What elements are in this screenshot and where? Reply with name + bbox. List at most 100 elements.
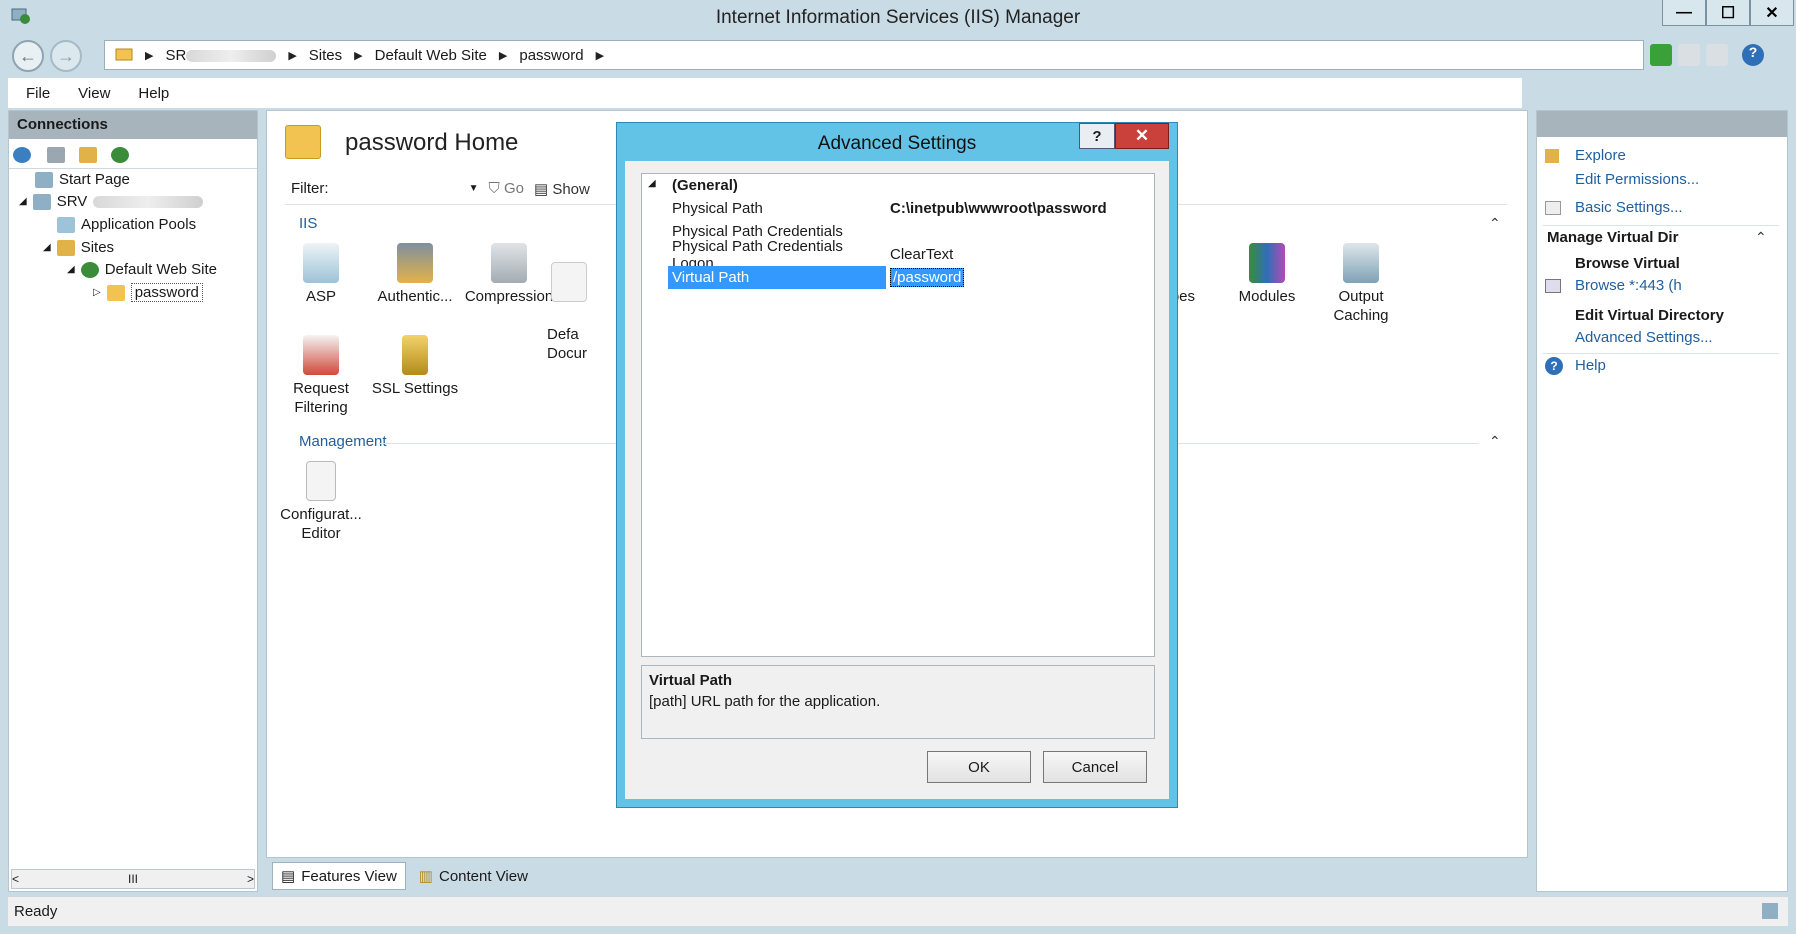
cancel-button[interactable]: Cancel (1043, 751, 1147, 783)
explore-icon (1545, 149, 1559, 163)
breadcrumb-server[interactable]: SR (165, 47, 277, 64)
breadcrumb-sites[interactable]: Sites (309, 47, 342, 64)
arrow-left-icon: ← (19, 45, 37, 66)
connect-icon[interactable] (13, 147, 31, 163)
forward-button[interactable]: → (50, 40, 82, 72)
expand-arrow-icon: ◢ (19, 196, 27, 207)
funnel-icon: ⛉ (488, 180, 500, 197)
group-label-iis: IIS (299, 215, 318, 232)
feature-authentication[interactable]: Authentic... (365, 243, 465, 306)
page-title: password Home (345, 129, 519, 156)
feature-label: ASP (305, 288, 336, 305)
home-icon[interactable] (1706, 44, 1728, 66)
scroll-right-icon[interactable]: > (247, 872, 254, 886)
tab-content-view[interactable]: ▥ Content View (410, 862, 537, 890)
prop-row-credentials-logon[interactable]: Physical Path Credentials Logon ClearTex… (668, 238, 1148, 272)
show-icon: ▤ (533, 180, 549, 198)
browse-link[interactable]: Browse *:443 (h (1575, 277, 1682, 294)
horizontal-scrollbar[interactable]: < III > (11, 869, 255, 889)
tree-item-label: Sites (80, 239, 115, 256)
tree-item-default-web-site[interactable]: ◢ Default Web Site (67, 261, 217, 278)
feature-compression[interactable]: Compression (459, 243, 559, 306)
edit-permissions-link[interactable]: Edit Permissions... (1575, 171, 1699, 188)
breadcrumb-default-web-site[interactable]: Default Web Site (375, 47, 487, 64)
tab-features-view[interactable]: ▤ Features View (272, 862, 406, 890)
up-folder-icon[interactable] (79, 147, 97, 163)
status-bar: Ready (8, 896, 1788, 926)
tab-label: Content View (438, 867, 528, 885)
feature-output-caching[interactable]: Output Caching (1311, 243, 1411, 325)
filter-input[interactable]: ▼ (338, 183, 479, 195)
tree-item-sites[interactable]: ◢ Sites (43, 239, 114, 256)
minimize-button[interactable]: — (1662, 0, 1706, 26)
features-view-icon: ▤ (281, 868, 296, 885)
save-icon[interactable] (47, 147, 65, 163)
app-pools-icon (57, 216, 75, 233)
scroll-left-icon[interactable]: < (12, 872, 19, 886)
prop-name: Physical Path (672, 200, 763, 217)
disconnect-icon[interactable] (111, 147, 129, 163)
collapse-iis-icon[interactable]: ⌃ (1489, 215, 1501, 232)
menu-view[interactable]: View (78, 85, 110, 102)
tree-item-password[interactable]: ▷ password (93, 283, 203, 302)
feature-request-filtering[interactable]: Request Filtering (271, 335, 371, 417)
edit-virtual-directory-heading: Edit Virtual Directory (1575, 307, 1724, 324)
feature-modules[interactable]: Modules (1217, 243, 1317, 306)
compression-icon (491, 243, 527, 283)
title-bar: Internet Information Services (IIS) Mana… (0, 0, 1796, 34)
asp-icon (303, 243, 339, 283)
prop-value[interactable]: ClearText (886, 246, 953, 263)
server-icon (32, 193, 51, 210)
network-icon (1762, 903, 1778, 919)
back-button[interactable]: ← (12, 40, 44, 72)
prop-value[interactable]: C:\inetpub\wwwroot\password (886, 200, 1107, 217)
collapse-management-icon[interactable]: ⌃ (1489, 433, 1501, 450)
go-button[interactable]: ⛉ Go (489, 180, 524, 197)
actions-panel: Explore Edit Permissions... Basic Settin… (1536, 110, 1788, 892)
breadcrumb-separator: ▶ (354, 49, 363, 62)
tree-item-start-page[interactable]: Start Page (35, 171, 130, 188)
prop-row-virtual-path[interactable]: Virtual Path /password (668, 266, 1148, 289)
tree-item-application-pools[interactable]: Application Pools (57, 216, 196, 233)
maximize-button[interactable]: ☐ (1706, 0, 1750, 26)
advanced-settings-dialog: Advanced Settings ? ✕ ◢ (General) Physic… (616, 122, 1178, 808)
help-link[interactable]: Help (1575, 357, 1606, 374)
feature-ssl-settings[interactable]: SSL Settings (365, 335, 465, 398)
breadcrumb[interactable]: ▶ SR ▶ Sites ▶ Default Web Site ▶ passwo… (104, 40, 1644, 70)
feature-asp[interactable]: ASP (271, 243, 371, 306)
collapse-actions-icon[interactable]: ⌃ (1755, 229, 1767, 246)
collapse-section-icon[interactable]: ◢ (648, 178, 656, 189)
redacted-blur (93, 195, 204, 208)
description-text: [path] URL path for the application. (649, 693, 881, 710)
close-button[interactable]: ✕ (1750, 0, 1794, 26)
basic-settings-link[interactable]: Basic Settings... (1575, 199, 1683, 216)
feature-label: SSL Settings (371, 380, 459, 397)
menu-file[interactable]: File (26, 85, 50, 102)
prop-value-input[interactable]: /password (890, 268, 965, 287)
refresh-icon[interactable] (1650, 44, 1672, 66)
ok-button[interactable]: OK (927, 751, 1031, 783)
tree-item-label: SRV (56, 193, 88, 210)
feature-configuration-editor[interactable]: Configurat... Editor (271, 461, 371, 543)
show-all-button[interactable]: ▤ Show (534, 180, 590, 198)
feature-default-document[interactable]: Defa Docur (547, 243, 587, 382)
dialog-help-button[interactable]: ? (1079, 123, 1115, 149)
advanced-settings-link[interactable]: Advanced Settings... (1575, 329, 1713, 346)
tree-item-server[interactable]: ◢ SRV (19, 193, 204, 210)
divider (1543, 225, 1779, 226)
dialog-close-button[interactable]: ✕ (1115, 123, 1169, 149)
section-general[interactable]: (General) (668, 174, 1148, 197)
breadcrumb-password[interactable]: password (519, 47, 583, 64)
menu-help[interactable]: Help (138, 85, 169, 102)
scroll-thumb[interactable]: III (128, 872, 138, 886)
breadcrumb-separator: ▶ (595, 49, 605, 62)
status-text: Ready (14, 903, 58, 920)
breadcrumb-separator: ▶ (288, 49, 297, 62)
help-icon[interactable]: ? (1742, 44, 1764, 66)
help-icon: ? (1545, 357, 1563, 375)
manage-virtual-dir-heading: Manage Virtual Dir (1547, 229, 1679, 246)
stop-icon[interactable] (1678, 44, 1700, 66)
explore-link[interactable]: Explore (1575, 147, 1626, 164)
prop-row-physical-path[interactable]: Physical Path C:\inetpub\wwwroot\passwor… (668, 197, 1148, 220)
tree-item-label: Application Pools (81, 216, 197, 233)
